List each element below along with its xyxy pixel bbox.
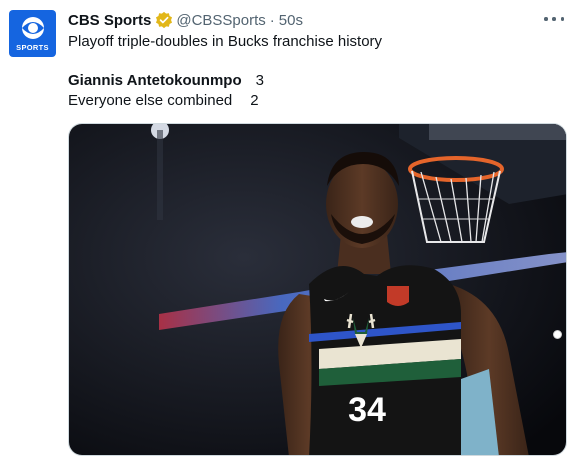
post-text: Playoff triple-doubles in Bucks franchis… [68,33,383,50]
stat-label: Giannis Antetokounmpo [68,72,242,89]
stat-row-giannis: Giannis Antetokounmpo 3 [68,71,264,91]
stat-label: Everyone else combined [68,92,233,109]
verified-badge-icon [156,11,173,29]
stat-value: 2 [250,92,259,109]
stat-row-everyone-else: Everyone else combined 2 [68,91,259,111]
stat-value: 3 [255,72,264,89]
post-image[interactable]: 34 [68,123,567,456]
author-handle[interactable]: @CBSSports [176,12,265,29]
avatar[interactable]: SPORTS [9,10,56,57]
jersey-number: 34 [348,391,386,429]
cbs-eye-icon [21,16,44,39]
avatar-label: SPORTS [16,42,49,52]
separator-dot: · [269,11,275,29]
more-options-icon[interactable] [544,12,564,26]
author-name[interactable]: CBS Sports [68,12,151,29]
player-photo: 34 [69,124,566,455]
carousel-indicator[interactable] [553,330,562,339]
timestamp[interactable]: 50s [279,12,303,29]
post-header: CBS Sports @CBSSports · 50s [68,10,303,30]
